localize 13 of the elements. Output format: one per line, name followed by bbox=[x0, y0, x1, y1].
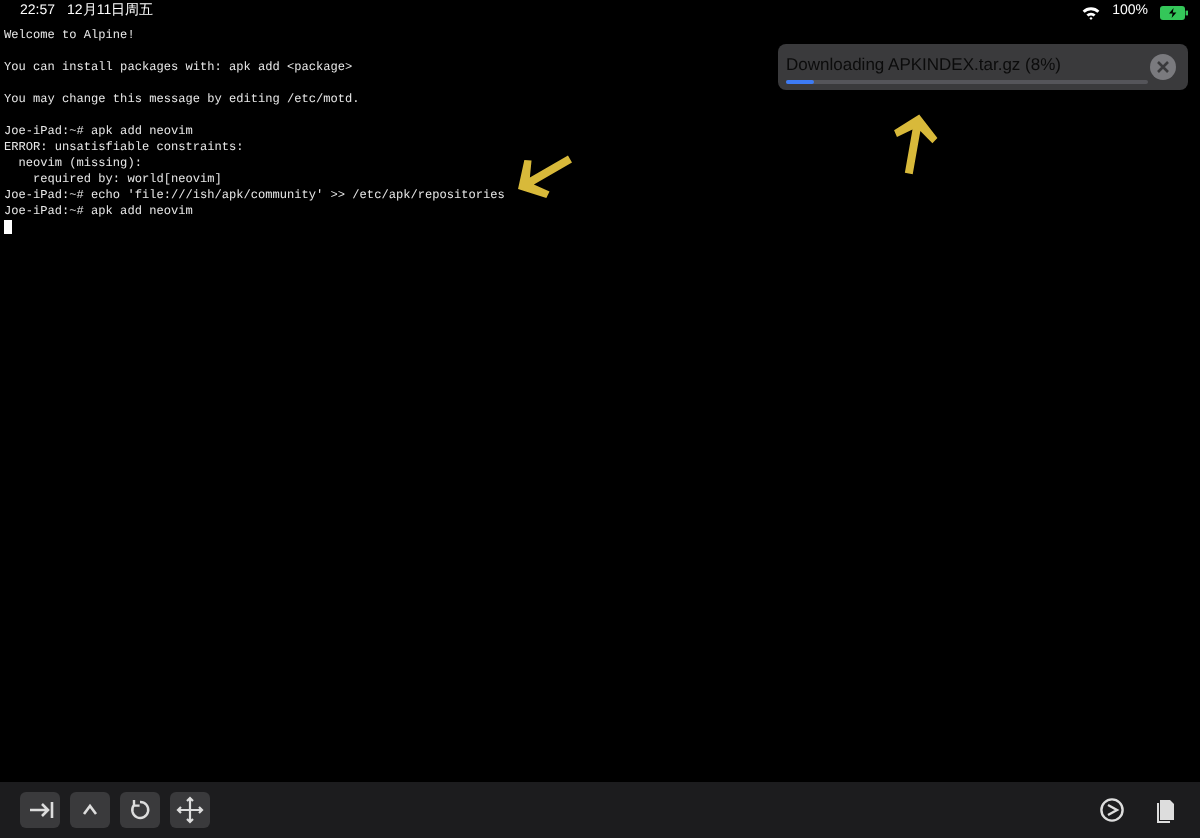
text-cursor bbox=[4, 220, 12, 234]
history-key-button[interactable] bbox=[120, 792, 160, 828]
tab-key-button[interactable] bbox=[20, 792, 60, 828]
close-button[interactable] bbox=[1150, 54, 1176, 80]
rotate-icon bbox=[126, 796, 154, 824]
battery-icon bbox=[1160, 6, 1188, 20]
move-icon bbox=[176, 796, 204, 824]
move-key-button[interactable] bbox=[170, 792, 210, 828]
wifi-icon bbox=[1082, 6, 1101, 20]
up-arrow-key-button[interactable] bbox=[70, 792, 110, 828]
tab-icon bbox=[26, 796, 54, 824]
close-icon bbox=[1156, 60, 1170, 74]
document-icon[interactable] bbox=[1152, 796, 1180, 824]
